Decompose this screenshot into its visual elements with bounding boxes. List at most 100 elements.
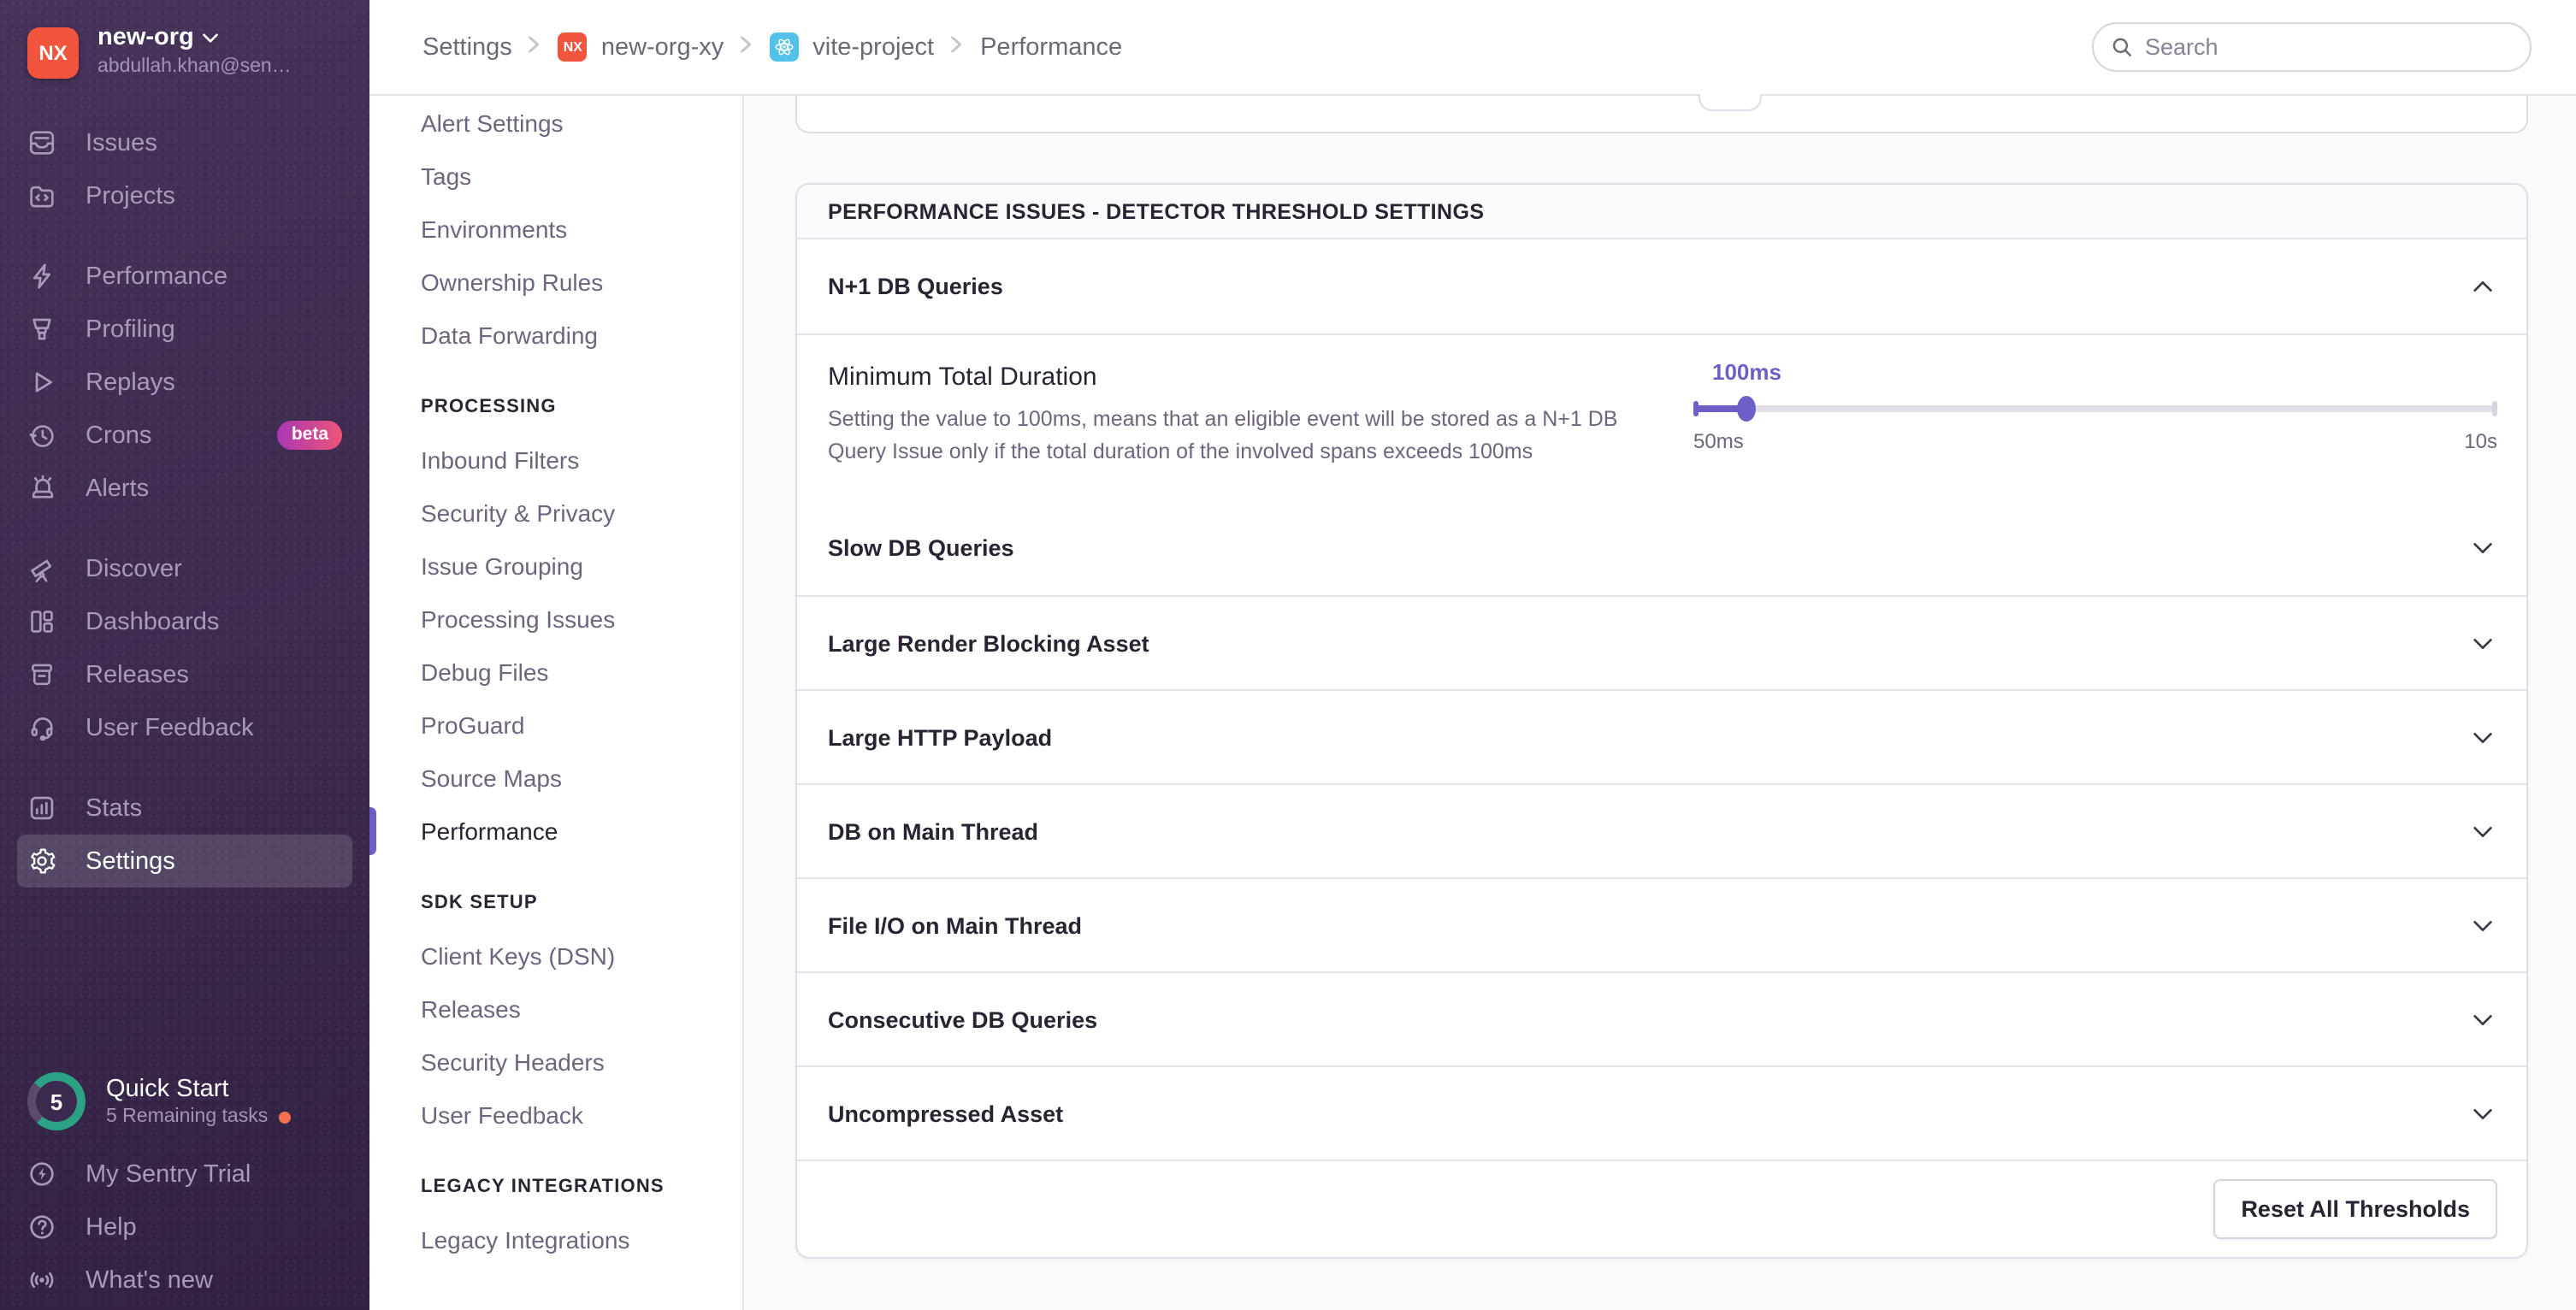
sidebar-item-settings[interactable]: Settings xyxy=(17,835,352,888)
quick-start-subtitle: 5 Remaining tasks xyxy=(106,1106,268,1127)
sidebar-item-label: My Sentry Trial xyxy=(86,1160,251,1188)
quick-start-title: Quick Start xyxy=(106,1076,290,1103)
breadcrumb-separator-icon xyxy=(739,33,754,61)
chevron-down-icon xyxy=(2470,912,2496,938)
minimum-total-duration-section: Minimum Total Duration Setting the value… xyxy=(797,333,2526,501)
issues-icon xyxy=(27,128,56,157)
settings-nav-item-security-headers[interactable]: Security Headers xyxy=(369,1035,742,1088)
slider-thumb[interactable] xyxy=(1737,396,1756,422)
sidebar-item-issues[interactable]: Issues xyxy=(17,116,352,169)
nav-group: DiscoverDashboardsReleases User Feedback xyxy=(0,542,369,754)
breadcrumb-item-new-org-xy[interactable]: NXnew-org-xy xyxy=(558,32,724,62)
sidebar-item-label: Help xyxy=(86,1213,137,1241)
sidebar-item-label: Profiling xyxy=(86,316,175,343)
detector-title: Slow DB Queries xyxy=(828,535,1014,561)
breadcrumb-item-settings[interactable]: Settings xyxy=(422,33,512,61)
chevron-down-icon xyxy=(2470,1006,2496,1032)
user-feedback-icon xyxy=(27,713,56,742)
detector-row-large-http-payload[interactable]: Large HTTP Payload xyxy=(797,689,2526,783)
quick-start-item[interactable]: 5 Quick Start 5 Remaining tasks xyxy=(0,1072,369,1130)
breadcrumb-item-performance[interactable]: Performance xyxy=(980,33,1122,61)
sidebar-item-alerts[interactable]: Alerts xyxy=(17,462,352,515)
sidebar-item-help[interactable]: Help xyxy=(17,1201,352,1254)
top-header: Settings NXnew-org-xy vite-project Performa… xyxy=(369,0,2576,96)
previous-card-remainder xyxy=(795,96,2528,133)
settings-nav-item-releases[interactable]: Releases xyxy=(369,982,742,1035)
slider-track[interactable] xyxy=(1693,405,2497,412)
sidebar-item-stats[interactable]: Stats xyxy=(17,782,352,835)
settings-nav-item-user-feedback[interactable]: User Feedback xyxy=(369,1088,742,1141)
slider-value-label: 100ms xyxy=(1693,359,2497,385)
sidebar-item-what-s-new[interactable]: What's new xyxy=(17,1254,352,1307)
whats-new-icon xyxy=(27,1266,56,1295)
settings-nav-item-data-forwarding[interactable]: Data Forwarding xyxy=(369,308,742,361)
detector-row-file-i-o-on-main-thread[interactable]: File I/O on Main Thread xyxy=(797,877,2526,971)
settings-sub-nav: Alert SettingsTagsEnvironmentsOwnership … xyxy=(369,96,744,1310)
sidebar-item-replays[interactable]: Replays xyxy=(17,356,352,409)
search-input[interactable] xyxy=(2145,34,2513,60)
search-input-wrap[interactable] xyxy=(2092,22,2532,72)
notification-dot xyxy=(278,1111,290,1123)
settings-nav-item-performance[interactable]: Performance xyxy=(369,804,742,857)
detector-title: File I/O on Main Thread xyxy=(828,912,1082,938)
quick-start-count: 5 xyxy=(50,1089,62,1114)
releases-icon xyxy=(27,660,56,689)
breadcrumb-item-vite-project[interactable]: vite-project xyxy=(770,32,934,62)
main-content: PERFORMANCE ISSUES - DETECTOR THRESHOLD … xyxy=(744,96,2576,1310)
quick-start-progress-ring: 5 xyxy=(27,1072,86,1130)
sidebar-item-my-sentry-trial[interactable]: My Sentry Trial xyxy=(17,1148,352,1201)
nav-group: IssuesProjects xyxy=(0,116,369,222)
cutoff-button xyxy=(1699,94,1762,111)
chevron-down-icon xyxy=(2470,535,2496,561)
sidebar-item-label: Crons xyxy=(86,422,151,449)
sidebar-item-profiling[interactable]: Profiling xyxy=(17,303,352,356)
detector-row-n1-db-queries[interactable]: N+1 DB Queries xyxy=(797,239,2526,333)
sidebar-item-user-feedback[interactable]: User Feedback xyxy=(17,701,352,754)
sidebar-item-dashboards[interactable]: Dashboards xyxy=(17,595,352,648)
breadcrumb-label: Performance xyxy=(980,33,1122,61)
detector-row-uncompressed-asset[interactable]: Uncompressed Asset xyxy=(797,1065,2526,1160)
detector-title: DB on Main Thread xyxy=(828,818,1038,844)
settings-nav-item-processing-issues[interactable]: Processing Issues xyxy=(369,592,742,645)
performance-icon xyxy=(27,262,56,291)
slider-min-label: 50ms xyxy=(1693,429,1744,453)
chevron-down-icon xyxy=(2470,1101,2496,1126)
settings-nav-item-alert-settings[interactable]: Alert Settings xyxy=(369,96,742,149)
detector-row-db-on-main-thread[interactable]: DB on Main Thread xyxy=(797,783,2526,877)
settings-nav-item-security-privacy[interactable]: Security & Privacy xyxy=(369,486,742,539)
settings-nav-item-legacy-integrations[interactable]: Legacy Integrations xyxy=(369,1213,742,1266)
settings-nav-item-environments[interactable]: Environments xyxy=(369,202,742,255)
detector-row-consecutive-db-queries[interactable]: Consecutive DB Queries xyxy=(797,971,2526,1065)
projects-icon xyxy=(27,181,56,210)
nav-group: Performance Profiling ReplaysCronsbetaAler… xyxy=(0,250,369,515)
sidebar-item-discover[interactable]: Discover xyxy=(17,542,352,595)
trial-icon xyxy=(27,1160,56,1189)
sidebar-item-projects[interactable]: Projects xyxy=(17,169,352,222)
settings-nav-section-header: LEGACY INTEGRATIONS xyxy=(369,1161,742,1213)
settings-nav-item-source-maps[interactable]: Source Maps xyxy=(369,751,742,804)
sidebar-item-crons[interactable]: Cronsbeta xyxy=(17,409,352,462)
settings-nav-item-ownership-rules[interactable]: Ownership Rules xyxy=(369,255,742,308)
reset-all-thresholds-button[interactable]: Reset All Thresholds xyxy=(2213,1179,2497,1239)
settings-nav-item-client-keys-dsn-[interactable]: Client Keys (DSN) xyxy=(369,929,742,982)
settings-nav-item-debug-files[interactable]: Debug Files xyxy=(369,645,742,698)
slider-start-tick xyxy=(1693,401,1699,416)
breadcrumb-label: Settings xyxy=(422,33,512,61)
detector-row-large-render-blocking-asset[interactable]: Large Render Blocking Asset xyxy=(797,595,2526,689)
sidebar-item-releases[interactable]: Releases xyxy=(17,648,352,701)
settings-nav-item-tags[interactable]: Tags xyxy=(369,149,742,202)
sidebar-item-performance[interactable]: Performance xyxy=(17,250,352,303)
detector-row-slow-db-queries[interactable]: Slow DB Queries xyxy=(797,501,2526,595)
settings-nav-item-inbound-filters[interactable]: Inbound Filters xyxy=(369,433,742,486)
org-switcher[interactable]: NX new-org abdullah.khan@sen… xyxy=(0,0,369,109)
detector-title: N+1 DB Queries xyxy=(828,274,1003,299)
primary-sidebar: NX new-org abdullah.khan@sen… IssuesProj… xyxy=(0,0,369,1310)
settings-nav-item-issue-grouping[interactable]: Issue Grouping xyxy=(369,539,742,592)
sidebar-item-label: User Feedback xyxy=(86,714,254,741)
org-user-email: abdullah.khan@sen… xyxy=(97,56,292,77)
replays-icon xyxy=(27,368,56,397)
react-project-icon xyxy=(770,32,799,62)
settings-nav-item-proguard[interactable]: ProGuard xyxy=(369,698,742,751)
search-icon xyxy=(2111,36,2133,58)
org-name: new-org xyxy=(97,24,194,51)
